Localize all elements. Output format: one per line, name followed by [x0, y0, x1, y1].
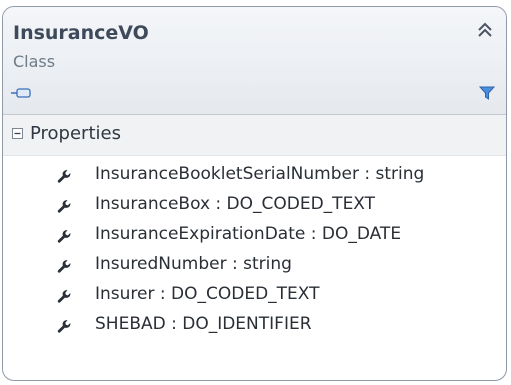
wrench-icon	[57, 260, 71, 273]
property-row[interactable]: InsuranceBookletSerialNumber : string	[3, 162, 506, 192]
property-row[interactable]: InsuranceExpirationDate : DO_DATE	[3, 222, 506, 252]
property-row[interactable]: InsuredNumber : string	[3, 252, 506, 282]
class-name: InsuranceVO	[13, 22, 149, 44]
property-row[interactable]: InsuranceBox : DO_CODED_TEXT	[3, 192, 506, 222]
properties-section-header[interactable]: Properties	[3, 115, 506, 156]
class-header: InsuranceVO Class	[3, 7, 506, 115]
wrench-icon	[57, 200, 71, 213]
section-title: Properties	[30, 123, 121, 144]
wrench-icon	[57, 320, 71, 333]
property-list: InsuranceBookletSerialNumber : string In…	[3, 162, 506, 342]
property-label: InsuranceBox : DO_CODED_TEXT	[95, 194, 376, 214]
property-label: InsuranceBookletSerialNumber : string	[95, 164, 425, 184]
property-label: SHEBAD : DO_IDENTIFIER	[95, 314, 312, 334]
wrench-icon	[57, 290, 71, 303]
property-row[interactable]: Insurer : DO_CODED_TEXT	[3, 282, 506, 312]
property-label: InsuranceExpirationDate : DO_DATE	[95, 224, 402, 244]
property-label: Insurer : DO_CODED_TEXT	[95, 284, 320, 304]
class-shape[interactable]: InsuranceVO Class Properties InsuranceBo…	[2, 6, 507, 381]
wrench-icon	[57, 230, 71, 243]
filter-funnel-icon[interactable]	[479, 85, 495, 101]
class-shape-icon	[11, 88, 31, 98]
minus-box-icon[interactable]	[12, 128, 23, 139]
property-label: InsuredNumber : string	[95, 254, 292, 274]
property-row[interactable]: SHEBAD : DO_IDENTIFIER	[3, 312, 506, 342]
double-chevron-up-icon[interactable]	[476, 21, 494, 39]
class-stereotype: Class	[13, 52, 56, 71]
wrench-icon	[57, 170, 71, 183]
